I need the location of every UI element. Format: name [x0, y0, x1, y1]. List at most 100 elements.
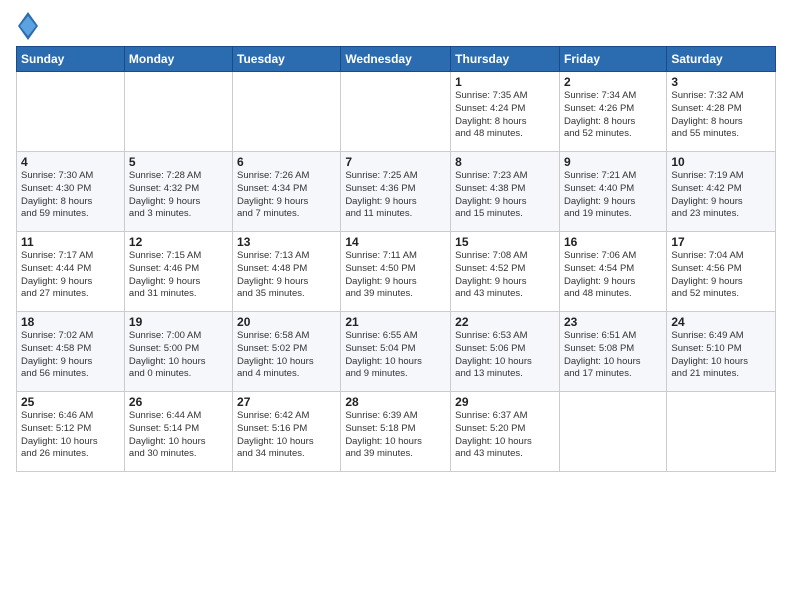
calendar-cell: 14Sunrise: 7:11 AM Sunset: 4:50 PM Dayli…: [341, 232, 451, 312]
header: [16, 12, 776, 40]
day-number: 7: [345, 155, 446, 169]
calendar-cell: 12Sunrise: 7:15 AM Sunset: 4:46 PM Dayli…: [124, 232, 232, 312]
day-number: 4: [21, 155, 120, 169]
calendar-cell: 13Sunrise: 7:13 AM Sunset: 4:48 PM Dayli…: [233, 232, 341, 312]
calendar-cell: 4Sunrise: 7:30 AM Sunset: 4:30 PM Daylig…: [17, 152, 125, 232]
day-info: Sunrise: 7:04 AM Sunset: 4:56 PM Dayligh…: [671, 250, 771, 301]
day-info: Sunrise: 7:19 AM Sunset: 4:42 PM Dayligh…: [671, 170, 771, 221]
day-info: Sunrise: 7:32 AM Sunset: 4:28 PM Dayligh…: [671, 90, 771, 141]
calendar-cell: 20Sunrise: 6:58 AM Sunset: 5:02 PM Dayli…: [233, 312, 341, 392]
calendar-cell: 10Sunrise: 7:19 AM Sunset: 4:42 PM Dayli…: [667, 152, 776, 232]
calendar-header-sunday: Sunday: [17, 47, 125, 72]
day-number: 22: [455, 315, 555, 329]
day-number: 27: [237, 395, 336, 409]
day-info: Sunrise: 7:26 AM Sunset: 4:34 PM Dayligh…: [237, 170, 336, 221]
calendar-cell: [233, 72, 341, 152]
day-number: 21: [345, 315, 446, 329]
calendar-cell: 19Sunrise: 7:00 AM Sunset: 5:00 PM Dayli…: [124, 312, 232, 392]
calendar-cell: 17Sunrise: 7:04 AM Sunset: 4:56 PM Dayli…: [667, 232, 776, 312]
calendar-cell: 26Sunrise: 6:44 AM Sunset: 5:14 PM Dayli…: [124, 392, 232, 472]
day-number: 2: [564, 75, 662, 89]
calendar-cell: [17, 72, 125, 152]
day-number: 8: [455, 155, 555, 169]
day-info: Sunrise: 6:44 AM Sunset: 5:14 PM Dayligh…: [129, 410, 228, 461]
day-number: 26: [129, 395, 228, 409]
day-info: Sunrise: 7:25 AM Sunset: 4:36 PM Dayligh…: [345, 170, 446, 221]
day-info: Sunrise: 6:58 AM Sunset: 5:02 PM Dayligh…: [237, 330, 336, 381]
day-info: Sunrise: 7:35 AM Sunset: 4:24 PM Dayligh…: [455, 90, 555, 141]
calendar-cell: 28Sunrise: 6:39 AM Sunset: 5:18 PM Dayli…: [341, 392, 451, 472]
day-number: 19: [129, 315, 228, 329]
day-number: 6: [237, 155, 336, 169]
day-info: Sunrise: 7:13 AM Sunset: 4:48 PM Dayligh…: [237, 250, 336, 301]
calendar-week-4: 25Sunrise: 6:46 AM Sunset: 5:12 PM Dayli…: [17, 392, 776, 472]
day-number: 1: [455, 75, 555, 89]
day-number: 10: [671, 155, 771, 169]
calendar-cell: 16Sunrise: 7:06 AM Sunset: 4:54 PM Dayli…: [559, 232, 666, 312]
calendar-cell: 6Sunrise: 7:26 AM Sunset: 4:34 PM Daylig…: [233, 152, 341, 232]
calendar-header-saturday: Saturday: [667, 47, 776, 72]
day-info: Sunrise: 6:53 AM Sunset: 5:06 PM Dayligh…: [455, 330, 555, 381]
calendar-cell: 7Sunrise: 7:25 AM Sunset: 4:36 PM Daylig…: [341, 152, 451, 232]
calendar-week-0: 1Sunrise: 7:35 AM Sunset: 4:24 PM Daylig…: [17, 72, 776, 152]
calendar-cell: 21Sunrise: 6:55 AM Sunset: 5:04 PM Dayli…: [341, 312, 451, 392]
calendar-cell: 23Sunrise: 6:51 AM Sunset: 5:08 PM Dayli…: [559, 312, 666, 392]
day-number: 25: [21, 395, 120, 409]
day-number: 24: [671, 315, 771, 329]
calendar-cell: 11Sunrise: 7:17 AM Sunset: 4:44 PM Dayli…: [17, 232, 125, 312]
calendar-header-friday: Friday: [559, 47, 666, 72]
day-number: 20: [237, 315, 336, 329]
day-number: 5: [129, 155, 228, 169]
calendar-cell: [559, 392, 666, 472]
calendar-cell: 29Sunrise: 6:37 AM Sunset: 5:20 PM Dayli…: [451, 392, 560, 472]
day-info: Sunrise: 6:39 AM Sunset: 5:18 PM Dayligh…: [345, 410, 446, 461]
calendar-cell: 8Sunrise: 7:23 AM Sunset: 4:38 PM Daylig…: [451, 152, 560, 232]
day-number: 13: [237, 235, 336, 249]
day-number: 15: [455, 235, 555, 249]
calendar-cell: 3Sunrise: 7:32 AM Sunset: 4:28 PM Daylig…: [667, 72, 776, 152]
day-number: 23: [564, 315, 662, 329]
day-info: Sunrise: 7:30 AM Sunset: 4:30 PM Dayligh…: [21, 170, 120, 221]
day-number: 3: [671, 75, 771, 89]
day-number: 29: [455, 395, 555, 409]
calendar-cell: [341, 72, 451, 152]
day-info: Sunrise: 6:55 AM Sunset: 5:04 PM Dayligh…: [345, 330, 446, 381]
calendar-cell: 22Sunrise: 6:53 AM Sunset: 5:06 PM Dayli…: [451, 312, 560, 392]
calendar-header-tuesday: Tuesday: [233, 47, 341, 72]
day-number: 28: [345, 395, 446, 409]
calendar: SundayMondayTuesdayWednesdayThursdayFrid…: [16, 46, 776, 472]
day-info: Sunrise: 7:23 AM Sunset: 4:38 PM Dayligh…: [455, 170, 555, 221]
day-info: Sunrise: 7:28 AM Sunset: 4:32 PM Dayligh…: [129, 170, 228, 221]
calendar-cell: 1Sunrise: 7:35 AM Sunset: 4:24 PM Daylig…: [451, 72, 560, 152]
day-info: Sunrise: 7:08 AM Sunset: 4:52 PM Dayligh…: [455, 250, 555, 301]
calendar-cell: 27Sunrise: 6:42 AM Sunset: 5:16 PM Dayli…: [233, 392, 341, 472]
day-number: 12: [129, 235, 228, 249]
calendar-cell: 9Sunrise: 7:21 AM Sunset: 4:40 PM Daylig…: [559, 152, 666, 232]
calendar-cell: 15Sunrise: 7:08 AM Sunset: 4:52 PM Dayli…: [451, 232, 560, 312]
day-info: Sunrise: 7:00 AM Sunset: 5:00 PM Dayligh…: [129, 330, 228, 381]
calendar-week-3: 18Sunrise: 7:02 AM Sunset: 4:58 PM Dayli…: [17, 312, 776, 392]
calendar-cell: 18Sunrise: 7:02 AM Sunset: 4:58 PM Dayli…: [17, 312, 125, 392]
day-info: Sunrise: 7:02 AM Sunset: 4:58 PM Dayligh…: [21, 330, 120, 381]
day-info: Sunrise: 6:51 AM Sunset: 5:08 PM Dayligh…: [564, 330, 662, 381]
day-number: 14: [345, 235, 446, 249]
calendar-cell: 25Sunrise: 6:46 AM Sunset: 5:12 PM Dayli…: [17, 392, 125, 472]
day-number: 9: [564, 155, 662, 169]
calendar-header-row: SundayMondayTuesdayWednesdayThursdayFrid…: [17, 47, 776, 72]
day-info: Sunrise: 7:21 AM Sunset: 4:40 PM Dayligh…: [564, 170, 662, 221]
day-number: 18: [21, 315, 120, 329]
calendar-header-monday: Monday: [124, 47, 232, 72]
day-info: Sunrise: 7:06 AM Sunset: 4:54 PM Dayligh…: [564, 250, 662, 301]
page: SundayMondayTuesdayWednesdayThursdayFrid…: [0, 0, 792, 480]
day-number: 16: [564, 235, 662, 249]
calendar-cell: [667, 392, 776, 472]
logo-icon: [18, 12, 38, 40]
day-info: Sunrise: 7:17 AM Sunset: 4:44 PM Dayligh…: [21, 250, 120, 301]
day-info: Sunrise: 6:46 AM Sunset: 5:12 PM Dayligh…: [21, 410, 120, 461]
day-info: Sunrise: 7:11 AM Sunset: 4:50 PM Dayligh…: [345, 250, 446, 301]
day-info: Sunrise: 6:37 AM Sunset: 5:20 PM Dayligh…: [455, 410, 555, 461]
calendar-cell: [124, 72, 232, 152]
calendar-cell: 24Sunrise: 6:49 AM Sunset: 5:10 PM Dayli…: [667, 312, 776, 392]
day-info: Sunrise: 6:49 AM Sunset: 5:10 PM Dayligh…: [671, 330, 771, 381]
calendar-cell: 5Sunrise: 7:28 AM Sunset: 4:32 PM Daylig…: [124, 152, 232, 232]
